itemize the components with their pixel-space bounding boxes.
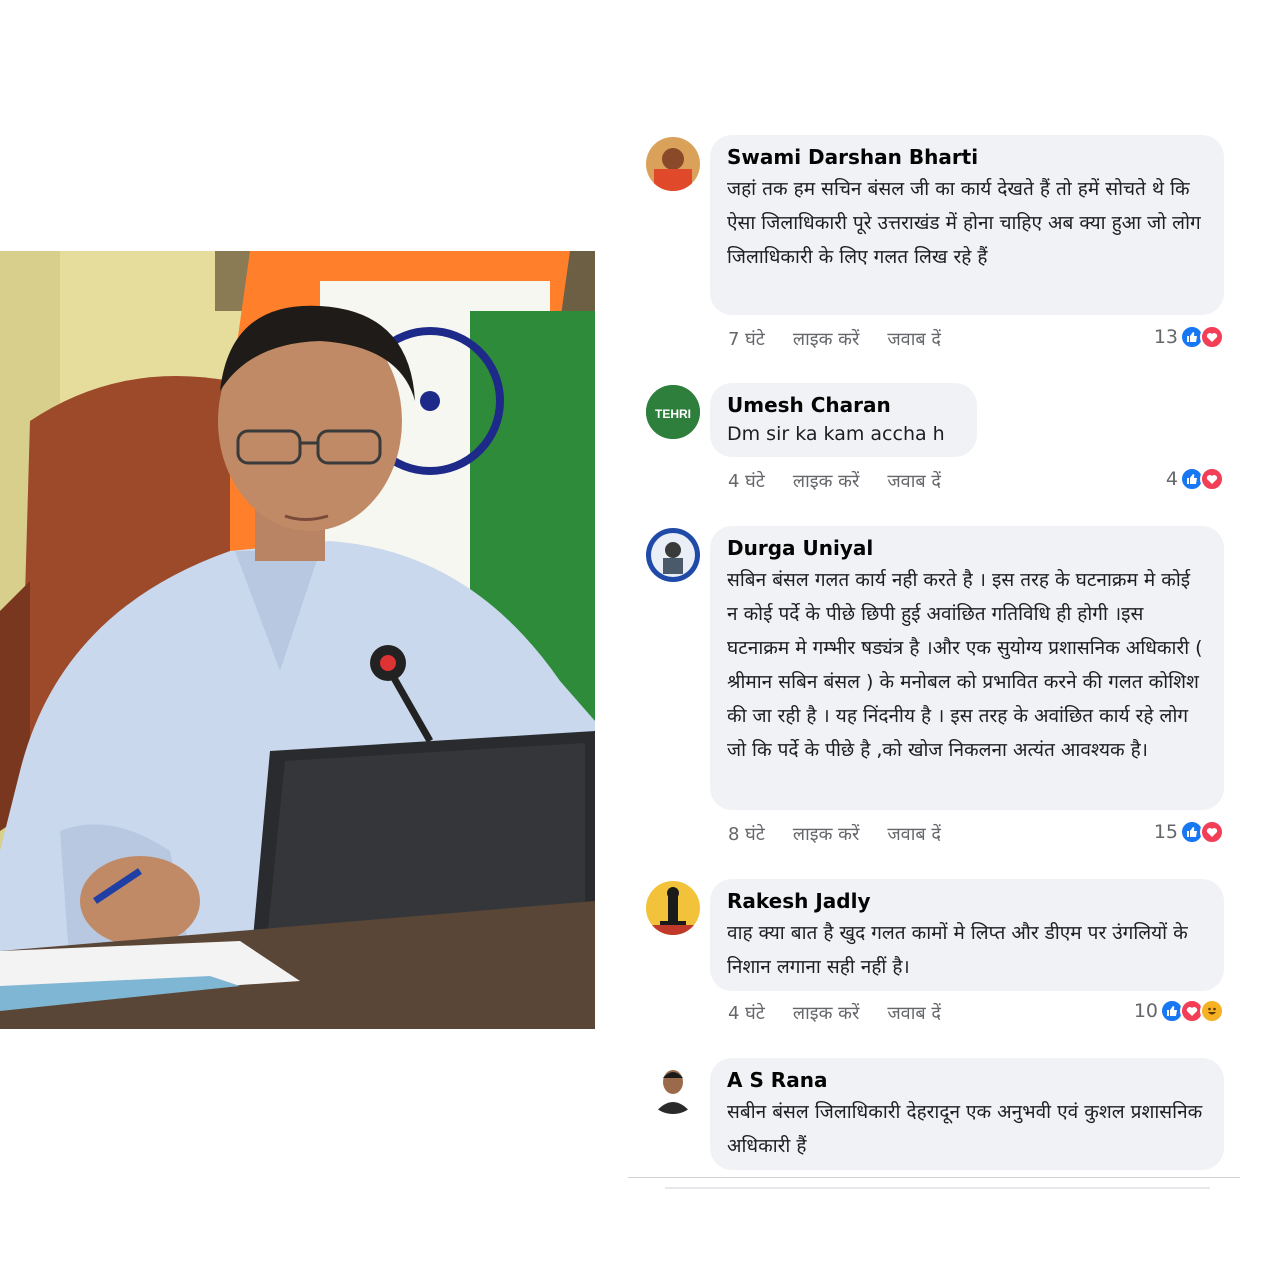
avatar-label: TEHRI <box>655 407 691 421</box>
comment-author[interactable]: Rakesh Jadly <box>727 888 1206 914</box>
comment-author[interactable]: Swami Darshan Bharti <box>727 144 1206 170</box>
haha-icon <box>1200 999 1224 1023</box>
reaction-summary[interactable]: 15 <box>1154 820 1224 844</box>
comment-bubble: Durga Uniyal सबिन बंसल गलत कार्य नही करत… <box>710 526 1224 810</box>
like-button[interactable]: लाइक करें <box>793 1001 859 1025</box>
avatar[interactable] <box>646 1060 700 1114</box>
comment-time[interactable]: 7 घंटे <box>728 327 765 351</box>
reply-button[interactable]: जवाब दें <box>887 327 941 351</box>
reaction-summary[interactable]: 4 <box>1166 467 1224 491</box>
comment-bubble: Umesh Charan Dm sir ka kam accha h <box>710 383 977 457</box>
love-icon <box>1200 820 1224 844</box>
avatar[interactable] <box>646 528 700 582</box>
like-button[interactable]: लाइक करें <box>793 469 859 493</box>
comment-time[interactable]: 8 घंटे <box>728 822 765 846</box>
reaction-count: 4 <box>1165 468 1178 490</box>
reply-button[interactable]: जवाब दें <box>887 469 941 493</box>
comment-bubble: A S Rana सबीन बंसल जिलाधिकारी देहरादून ए… <box>710 1058 1224 1170</box>
reaction-count: 10 <box>1133 1000 1158 1022</box>
comment-actions: 8 घंटे लाइक करें जवाब दें <box>728 822 941 846</box>
like-button[interactable]: लाइक करें <box>793 327 859 351</box>
comment-text: सबीन बंसल जिलाधिकारी देहरादून एक अनुभवी … <box>727 1101 1203 1157</box>
avatar[interactable] <box>646 137 700 191</box>
comment-text: Dm sir ka kam accha h <box>727 423 945 445</box>
avatar[interactable] <box>646 881 700 935</box>
like-button[interactable]: लाइक करें <box>793 822 859 846</box>
comment-text: सबिन बंसल गलत कार्य नही करते है । इस तरह… <box>727 569 1203 761</box>
reaction-count: 13 <box>1153 326 1178 348</box>
comment-author[interactable]: Durga Uniyal <box>727 535 1206 561</box>
reply-button[interactable]: जवाब दें <box>887 822 941 846</box>
comment-actions: 4 घंटे लाइक करें जवाब दें <box>728 1001 941 1025</box>
reply-button[interactable]: जवाब दें <box>887 1001 941 1025</box>
official-photo <box>0 251 595 1029</box>
comment-time[interactable]: 4 घंटे <box>728 1001 765 1025</box>
divider <box>665 1187 1210 1189</box>
love-icon <box>1200 467 1224 491</box>
comment-author[interactable]: Umesh Charan <box>727 392 959 418</box>
comment-bubble: Swami Darshan Bharti जहां तक हम सचिन बंस… <box>710 135 1224 315</box>
avatar[interactable]: TEHRI <box>646 385 700 439</box>
comment-text: जहां तक हम सचिन बंसल जी का कार्य देखते ह… <box>727 178 1201 268</box>
comment-text: वाह क्या बात है खुद गलत कामों मे लिप्त औ… <box>727 922 1188 978</box>
reaction-summary[interactable]: 13 <box>1154 325 1224 349</box>
comments-list: Swami Darshan Bharti जहां तक हम सचिन बंस… <box>640 0 1240 1280</box>
divider <box>628 1177 1240 1178</box>
reaction-count: 15 <box>1153 821 1178 843</box>
love-icon <box>1200 325 1224 349</box>
comment-bubble: Rakesh Jadly वाह क्या बात है खुद गलत काम… <box>710 879 1224 991</box>
comment-time[interactable]: 4 घंटे <box>728 469 765 493</box>
comment-actions: 4 घंटे लाइक करें जवाब दें <box>728 469 941 493</box>
comment-actions: 7 घंटे लाइक करें जवाब दें <box>728 327 941 351</box>
reaction-summary[interactable]: 10 <box>1134 999 1224 1023</box>
comment-author[interactable]: A S Rana <box>727 1067 1206 1093</box>
